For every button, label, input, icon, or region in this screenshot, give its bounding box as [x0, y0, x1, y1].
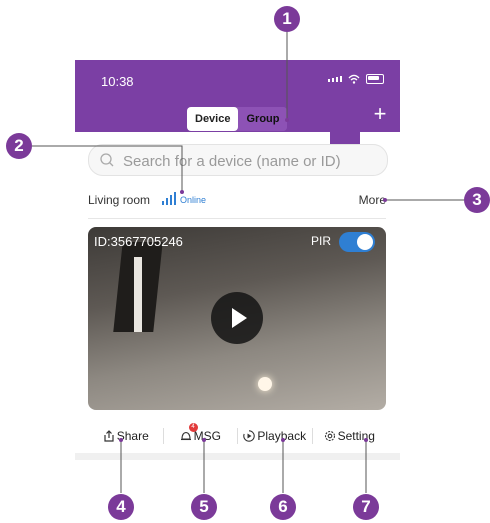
- callout-4: 4: [108, 494, 134, 520]
- callout-lines: [32, 32, 464, 493]
- callout-2: 2: [6, 133, 32, 159]
- callout-5: 5: [191, 494, 217, 520]
- callout-7: 7: [353, 494, 379, 520]
- callout-6: 6: [270, 494, 296, 520]
- callout-3: 3: [464, 187, 490, 213]
- callout-1: 1: [274, 6, 300, 32]
